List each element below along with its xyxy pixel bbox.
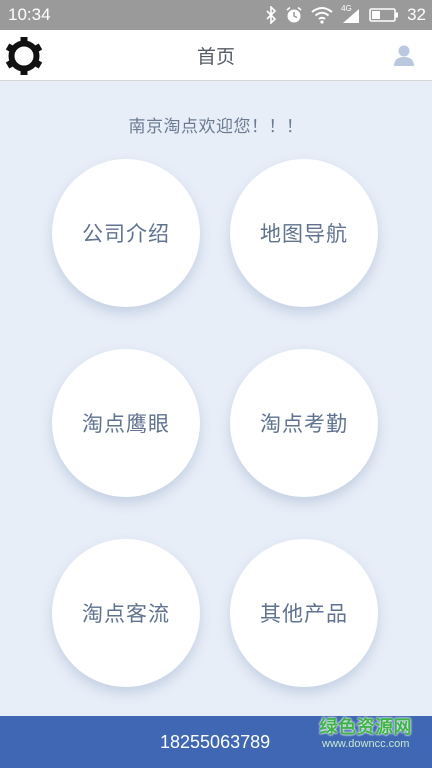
title-bar: 首页 (0, 30, 432, 81)
user-icon[interactable] (392, 43, 416, 67)
welcome-text: 南京淘点欢迎您！！！ (128, 117, 304, 137)
menu-item-attendance[interactable]: 淘点考勤 (230, 349, 378, 497)
watermark-text: 绿色资源网 (319, 717, 412, 738)
menu-item-other-products[interactable]: 其他产品 (230, 539, 378, 687)
menu-item-eagle-eye[interactable]: 淘点鹰眼 (52, 349, 200, 497)
watermark-url: www.downcc.com (322, 738, 410, 750)
signal-icon: 4G (341, 4, 361, 24)
menu-item-customer-flow[interactable]: 淘点客流 (52, 539, 200, 687)
bluetooth-icon (266, 6, 277, 24)
menu-item-company-intro[interactable]: 公司介绍 (52, 159, 200, 307)
battery-level: 32 (407, 5, 426, 24)
watermark: 绿色资源网 www.downcc.com (320, 719, 413, 750)
status-bar: 10:34 4G 32 (0, 0, 432, 30)
screen: 10:34 4G 32 首页 南京淘点欢迎您！！！ 公司介绍 地图导航 淘点鹰眼… (0, 0, 432, 768)
status-time: 10:34 (8, 5, 51, 24)
battery-icon (369, 8, 399, 22)
menu-item-map-navigation[interactable]: 地图导航 (230, 159, 378, 307)
wifi-icon (311, 7, 333, 24)
status-icons: 4G 32 (265, 4, 426, 25)
phone-number[interactable]: 18255063789 (160, 732, 270, 753)
alarm-icon (286, 6, 302, 23)
footer: 18255063789 绿色资源网 www.downcc.com (0, 716, 432, 768)
page-title: 首页 (196, 46, 235, 68)
